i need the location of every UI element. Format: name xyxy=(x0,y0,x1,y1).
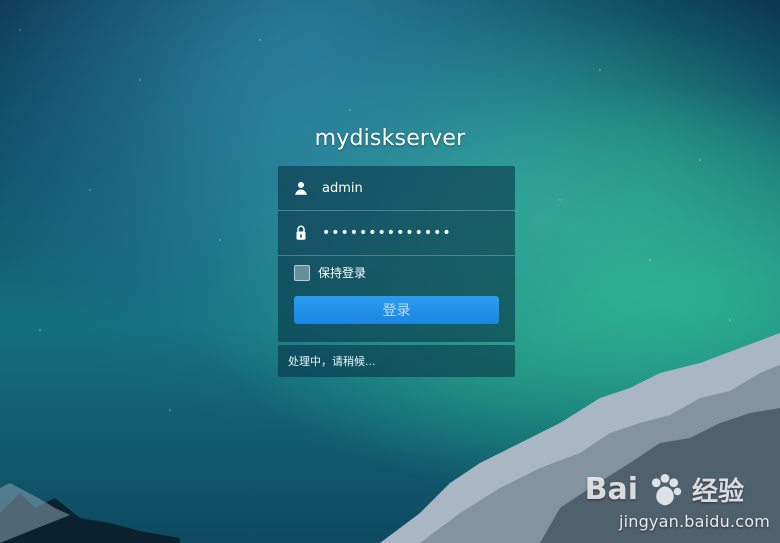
baidu-experience: 经验 xyxy=(691,476,744,507)
server-title: mydiskserver xyxy=(314,126,466,151)
watermark-url: jingyan.baidu.com xyxy=(618,512,770,531)
password-row[interactable]: •••••••••••••• xyxy=(278,211,515,255)
user-icon xyxy=(295,182,307,195)
password-field[interactable]: •••••••••••••• xyxy=(322,225,452,241)
paw-icon xyxy=(651,474,682,506)
lock-icon xyxy=(296,225,306,240)
baidu-watermark: Bai 经验 xyxy=(585,469,744,509)
baidu-brand: Bai xyxy=(584,471,638,507)
remember-me[interactable]: 保持登录 xyxy=(294,264,366,281)
divider xyxy=(278,255,515,256)
login-button[interactable]: 登录 xyxy=(294,296,499,324)
remember-label: 保持登录 xyxy=(318,266,367,280)
remember-checkbox[interactable] xyxy=(294,264,310,281)
username-row[interactable]: admin xyxy=(278,166,515,210)
login-panel: admin •••••••••••••• 保持登录 登录 xyxy=(278,166,515,342)
username-field[interactable]: admin xyxy=(322,181,363,196)
status-message: 处理中，请稍候... xyxy=(278,345,515,377)
